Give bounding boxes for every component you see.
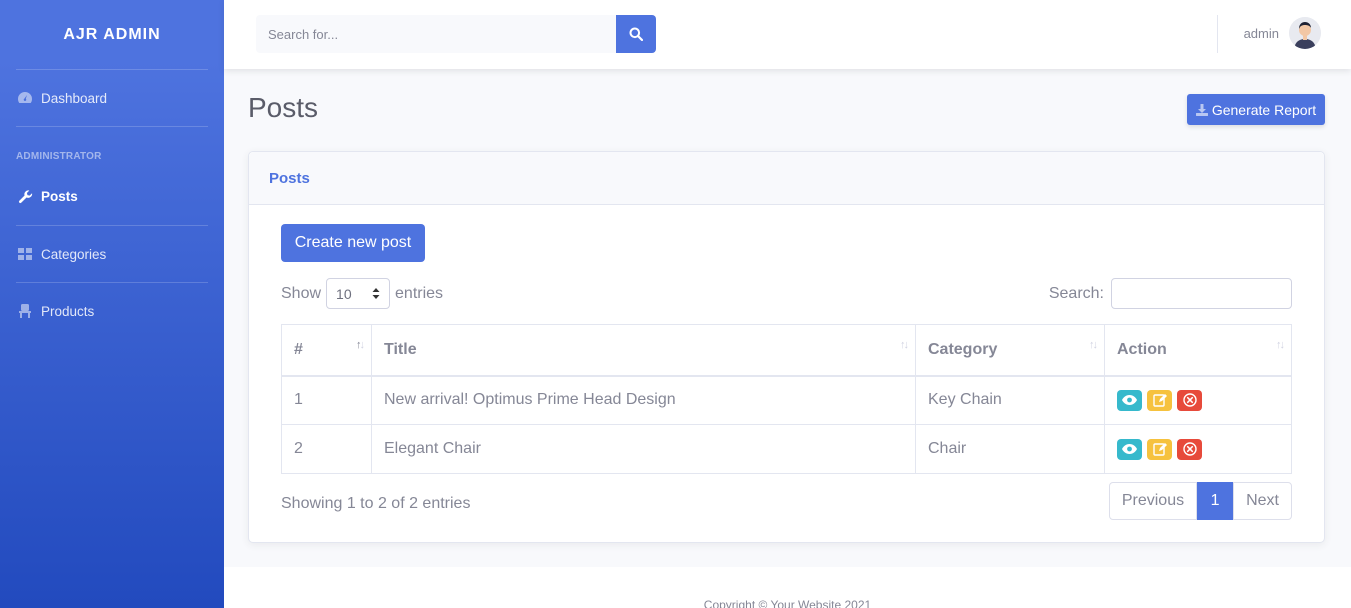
sidebar-item-categories[interactable]: Categories [0,226,224,282]
search-icon [629,27,643,41]
sort-icon: ↑↓ [900,339,909,351]
brand-title[interactable]: AJR ADMIN [0,0,224,69]
cell-title: New arrival! Optimus Prime Head Design [371,375,916,425]
edit-icon [1152,443,1167,456]
column-header-action[interactable]: Action ↑↓ [1104,324,1292,377]
search-input[interactable] [256,15,616,53]
sidebar-item-label: Dashboard [41,90,108,106]
sort-icon: ↑↓ [1276,339,1285,351]
cell-actions [1104,375,1292,425]
cell-category: Chair [915,424,1105,474]
edit-button[interactable] [1147,389,1172,411]
sort-icon: ↑↓ [1089,339,1098,351]
generate-report-label: Generate Report [1211,101,1317,118]
sidebar-item-label: Categories [41,246,107,262]
wrench-icon [17,188,33,204]
copyright-text: Copyright © Your Website 2021 [703,598,872,608]
close-circle-icon [1182,442,1197,456]
cell-id: 1 [281,375,372,425]
footer: Copyright © Your Website 2021 [224,567,1351,608]
eye-icon [1122,444,1137,454]
page-size-select[interactable]: 10 [326,278,391,309]
sidebar-item-label: Posts [41,188,78,204]
table-search-input[interactable] [1111,278,1292,309]
table-header-row: # ↑↓ Title ↑↓ Category ↑↓ Action ↑↓ [281,324,1292,377]
card-header: Posts [249,152,1324,205]
download-icon [1195,103,1208,116]
chair-icon [17,303,33,319]
column-header-category[interactable]: Category ↑↓ [915,324,1105,377]
user-name: admin [1243,25,1279,41]
edit-button[interactable] [1147,438,1172,460]
show-entries: Show 10 entries [281,278,443,309]
column-header-id[interactable]: # ↑↓ [281,324,372,377]
create-post-button[interactable]: Create new post [281,224,425,262]
table-info: Showing 1 to 2 of 2 entries [281,495,471,512]
table-row: 2 Elegant Chair Chair [281,424,1292,474]
column-header-title[interactable]: Title ↑↓ [371,324,916,377]
sidebar-item-dashboard[interactable]: Dashboard [0,70,224,126]
topbar-divider [1217,15,1218,53]
sidebar-item-label: Products [41,303,95,319]
cell-id: 2 [281,424,372,474]
delete-button[interactable] [1177,438,1202,460]
sidebar-item-posts[interactable]: Posts [0,167,224,225]
pagination: Previous 1 Next [1108,482,1292,520]
page-size-value: 10 [336,285,352,302]
posts-table: # ↑↓ Title ↑↓ Category ↑↓ Action ↑↓ 1 Ne… [281,324,1292,474]
table-row: 1 New arrival! Optimus Prime Head Design… [281,375,1292,425]
previous-page-button[interactable]: Previous [1108,482,1198,520]
sidebar-item-products[interactable]: Products [0,283,224,339]
table-search-label: Search: [1048,284,1104,302]
table-icon [17,246,33,262]
cell-title: Elegant Chair [371,424,916,474]
topbar: admin [224,0,1351,69]
close-circle-icon [1182,393,1197,407]
sidebar: AJR ADMIN Dashboard ADMINISTRATOR Posts … [0,0,224,608]
topbar-search [256,15,656,53]
edit-icon [1152,394,1167,407]
sort-icon: ↑↓ [356,339,365,351]
table-search: Search: [1049,278,1292,309]
eye-icon [1122,395,1137,406]
avatar [1289,17,1321,49]
search-button[interactable] [616,15,656,53]
cell-actions [1104,424,1292,474]
next-page-button[interactable]: Next [1233,482,1292,520]
posts-card: Posts Create new post Show 10 entries Se… [248,151,1325,543]
entries-label: entries [395,284,444,302]
show-label: Show [281,284,322,302]
sidebar-heading: ADMINISTRATOR [16,151,102,162]
select-arrows-icon [372,288,380,299]
generate-report-button[interactable]: Generate Report [1187,94,1325,125]
view-button[interactable] [1117,389,1142,411]
user-menu[interactable]: admin [1244,17,1321,49]
cell-category: Key Chain [915,375,1105,425]
page-title: Posts [248,92,319,123]
view-button[interactable] [1117,438,1142,460]
delete-button[interactable] [1177,389,1202,411]
tachometer-icon [17,90,33,106]
page-1-button[interactable]: 1 [1197,482,1234,520]
